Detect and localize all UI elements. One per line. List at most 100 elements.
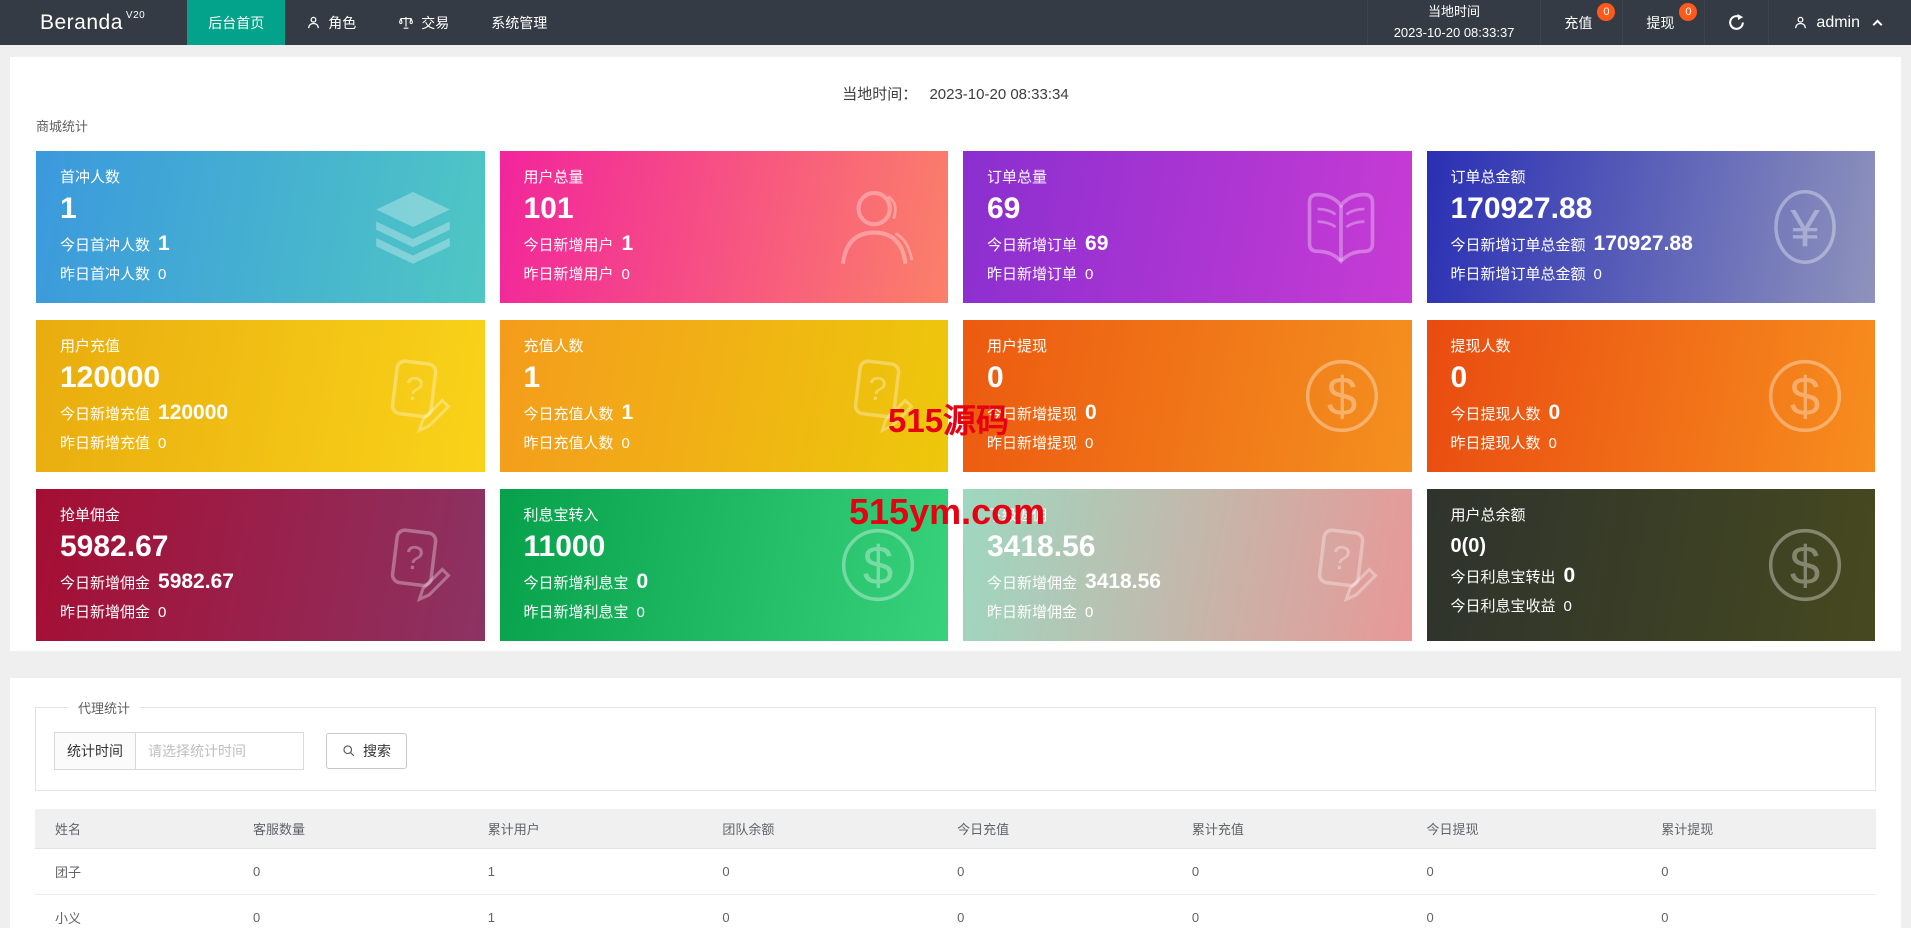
scale-icon [398, 15, 414, 31]
search-button[interactable]: 搜索 [326, 733, 407, 769]
user-icon [306, 15, 321, 30]
admin-menu[interactable]: admin [1768, 0, 1911, 45]
column-header: 累计用户 [467, 809, 703, 849]
stat-card: 用户总余额 0(0) 今日利息宝转出 0 今日利息宝收益 0 $ [1426, 489, 1875, 641]
table-cell: 0 [1406, 894, 1642, 928]
agent-panel: 代理统计 统计时间 搜索 姓名客服数量累计用户团队余额今日充值累计充值今日提现累… [10, 678, 1901, 928]
card-today-label: 今日新增充值 [60, 406, 151, 423]
layers-icon [367, 181, 459, 273]
card-today-value: 170927.88 [1593, 232, 1693, 255]
stat-card: 用户提现 0 今日新增提现 0 昨日新增提现 0 $ [963, 320, 1412, 472]
table-cell: 团子 [35, 848, 233, 895]
stat-card: 订单总金额 170927.88 今日新增订单总金额 170927.88 昨日新增… [1426, 151, 1875, 303]
stats-panel: 当地时间： 2023-10-20 08:33:34 商城统计 首冲人数 1 今日… [10, 57, 1901, 651]
table-cell: 0 [1171, 894, 1407, 928]
person-icon [830, 181, 922, 273]
svg-text:?: ? [1329, 539, 1352, 578]
menu-item-2[interactable]: 角色 [285, 0, 377, 45]
table-cell: 0 [702, 894, 938, 928]
card-yesterday-value: 0 [636, 604, 645, 621]
card-today-value: 0 [1548, 401, 1561, 424]
table-cell: 0 [937, 848, 1172, 895]
section-title-mall-stats: 商城统计 [36, 119, 89, 134]
page-time-value: 2023-10-20 08:33:34 [929, 86, 1069, 103]
stat-time-input-group: 统计时间 [54, 732, 304, 770]
main-menu: 后台首页 角色 交易 系统管理 [187, 0, 568, 45]
svg-text:$: $ [1326, 366, 1356, 427]
dollar-icon: $ [1298, 352, 1386, 440]
search-button-label: 搜索 [363, 743, 391, 759]
watermark-url: 515ym.com [849, 491, 1046, 532]
withdraw-label: 提现 [1646, 14, 1675, 31]
chevron-up-icon [1872, 19, 1883, 30]
agent-table: 姓名 客服数量 累计用户 团队余额 今日充值 累计充值 今日提现 累计提现 团子 0 1 0 0 0 0 0… [35, 809, 1876, 928]
stat-card: 提现人数 0 今日提现人数 0 昨日提现人数 0 $ [1426, 320, 1875, 472]
card-yesterday-label: 昨日新增佣金 [60, 604, 151, 621]
table-cell: 0 [1641, 848, 1876, 895]
table-row: 团子 0 1 0 0 0 0 0 [35, 848, 1876, 895]
svg-text:$: $ [1790, 366, 1820, 427]
card-yesterday-label: 昨日新增佣金 [987, 604, 1078, 621]
menu-item-label: 系统管理 [491, 14, 548, 31]
card-yesterday-value: 0 [1563, 598, 1572, 615]
column-header: 累计充值 [1171, 809, 1407, 849]
card-today-value: 120000 [158, 401, 229, 424]
table-cell: 0 [233, 848, 468, 895]
card-yesterday-value: 0 [158, 604, 167, 621]
card-today-label: 今日充值人数 [523, 406, 614, 423]
stat-time-input[interactable] [136, 732, 304, 770]
admin-username: admin [1816, 13, 1860, 31]
dollar-icon: $ [1761, 521, 1849, 609]
table-cell: 1 [467, 894, 703, 928]
card-yesterday-label: 昨日新增利息宝 [523, 604, 629, 621]
local-time-label: 当地时间 [1428, 3, 1481, 19]
column-header: 姓名 [35, 809, 233, 849]
menu-item-1[interactable]: 后台首页 [187, 0, 286, 45]
menu-item-4[interactable]: 系统管理 [470, 0, 568, 45]
search-icon [342, 744, 356, 758]
top-navbar: Beranda V20 后台首页 角色 交易 系统管理 当地时间 2023-10-20 … [0, 0, 1911, 45]
card-today-label: 今日新增订单 [987, 237, 1078, 254]
refresh-button[interactable] [1704, 0, 1768, 45]
table-header-row: 姓名 客服数量 累计用户 团队余额 今日充值 累计充值 今日提现 累计提现 [35, 809, 1876, 849]
menu-item-label: 交易 [421, 14, 450, 31]
recharge-button[interactable]: 充值 0 [1540, 0, 1622, 45]
stat-card: 用户总量 101 今日新增用户 1 昨日新增用户 0 [499, 151, 948, 303]
card-yesterday-value: 0 [1593, 266, 1602, 283]
table-cell: 0 [1171, 848, 1407, 895]
table-row: 小义 0 1 0 0 0 0 0 [35, 894, 1876, 928]
column-header: 今日提现 [1406, 809, 1642, 849]
card-yesterday-label: 昨日提现人数 [1450, 435, 1541, 452]
withdraw-button[interactable]: 提现 0 [1622, 0, 1704, 45]
svg-text:?: ? [402, 539, 425, 578]
doc-icon: ? [371, 521, 459, 609]
card-yesterday-value: 0 [158, 266, 167, 283]
stat-card: 首冲人数 1 今日首冲人数 1 昨日首冲人数 0 [36, 151, 485, 303]
stat-card: 订单总量 69 今日新增订单 69 昨日新增订单 0 [963, 151, 1412, 303]
card-today-value: 5982.67 [158, 570, 234, 593]
card-today-value: 1 [621, 232, 634, 255]
stat-card: 用户充值 120000 今日新增充值 120000 昨日新增充值 0 ? [36, 320, 485, 472]
brand-logo: Beranda V20 [0, 0, 187, 45]
page-local-time: 当地时间： 2023-10-20 08:33:34 [10, 57, 1901, 104]
card-yesterday-value: 0 [158, 435, 167, 452]
page-time-label: 当地时间： [842, 86, 918, 103]
card-today-value: 1 [158, 232, 170, 255]
menu-item-3[interactable]: 交易 [377, 0, 470, 45]
card-today-label: 今日首冲人数 [60, 237, 151, 254]
dollar-icon: $ [834, 521, 922, 609]
stat-card: 充值人数 1 今日充值人数 1 昨日充值人数 0 ? [499, 320, 948, 472]
recharge-label: 充值 [1564, 14, 1593, 31]
navbar-right: 当地时间 2023-10-20 08:33:37 充值 0 提现 0 admin [1366, 0, 1911, 45]
doc-icon: ? [371, 352, 459, 440]
card-today-value: 0 [636, 570, 649, 593]
card-yesterday-label: 昨日新增充值 [60, 435, 151, 452]
card-yesterday-value: 0 [1085, 435, 1094, 452]
card-today-label: 今日新增用户 [523, 237, 614, 254]
card-today-value: 69 [1085, 232, 1109, 255]
table-cell: 0 [1406, 848, 1642, 895]
recharge-badge: 0 [1597, 3, 1616, 21]
card-yesterday-label: 昨日充值人数 [523, 435, 614, 452]
card-yesterday-value: 0 [1085, 266, 1094, 283]
agent-stats-fieldset: 代理统计 统计时间 搜索 [35, 698, 1876, 791]
